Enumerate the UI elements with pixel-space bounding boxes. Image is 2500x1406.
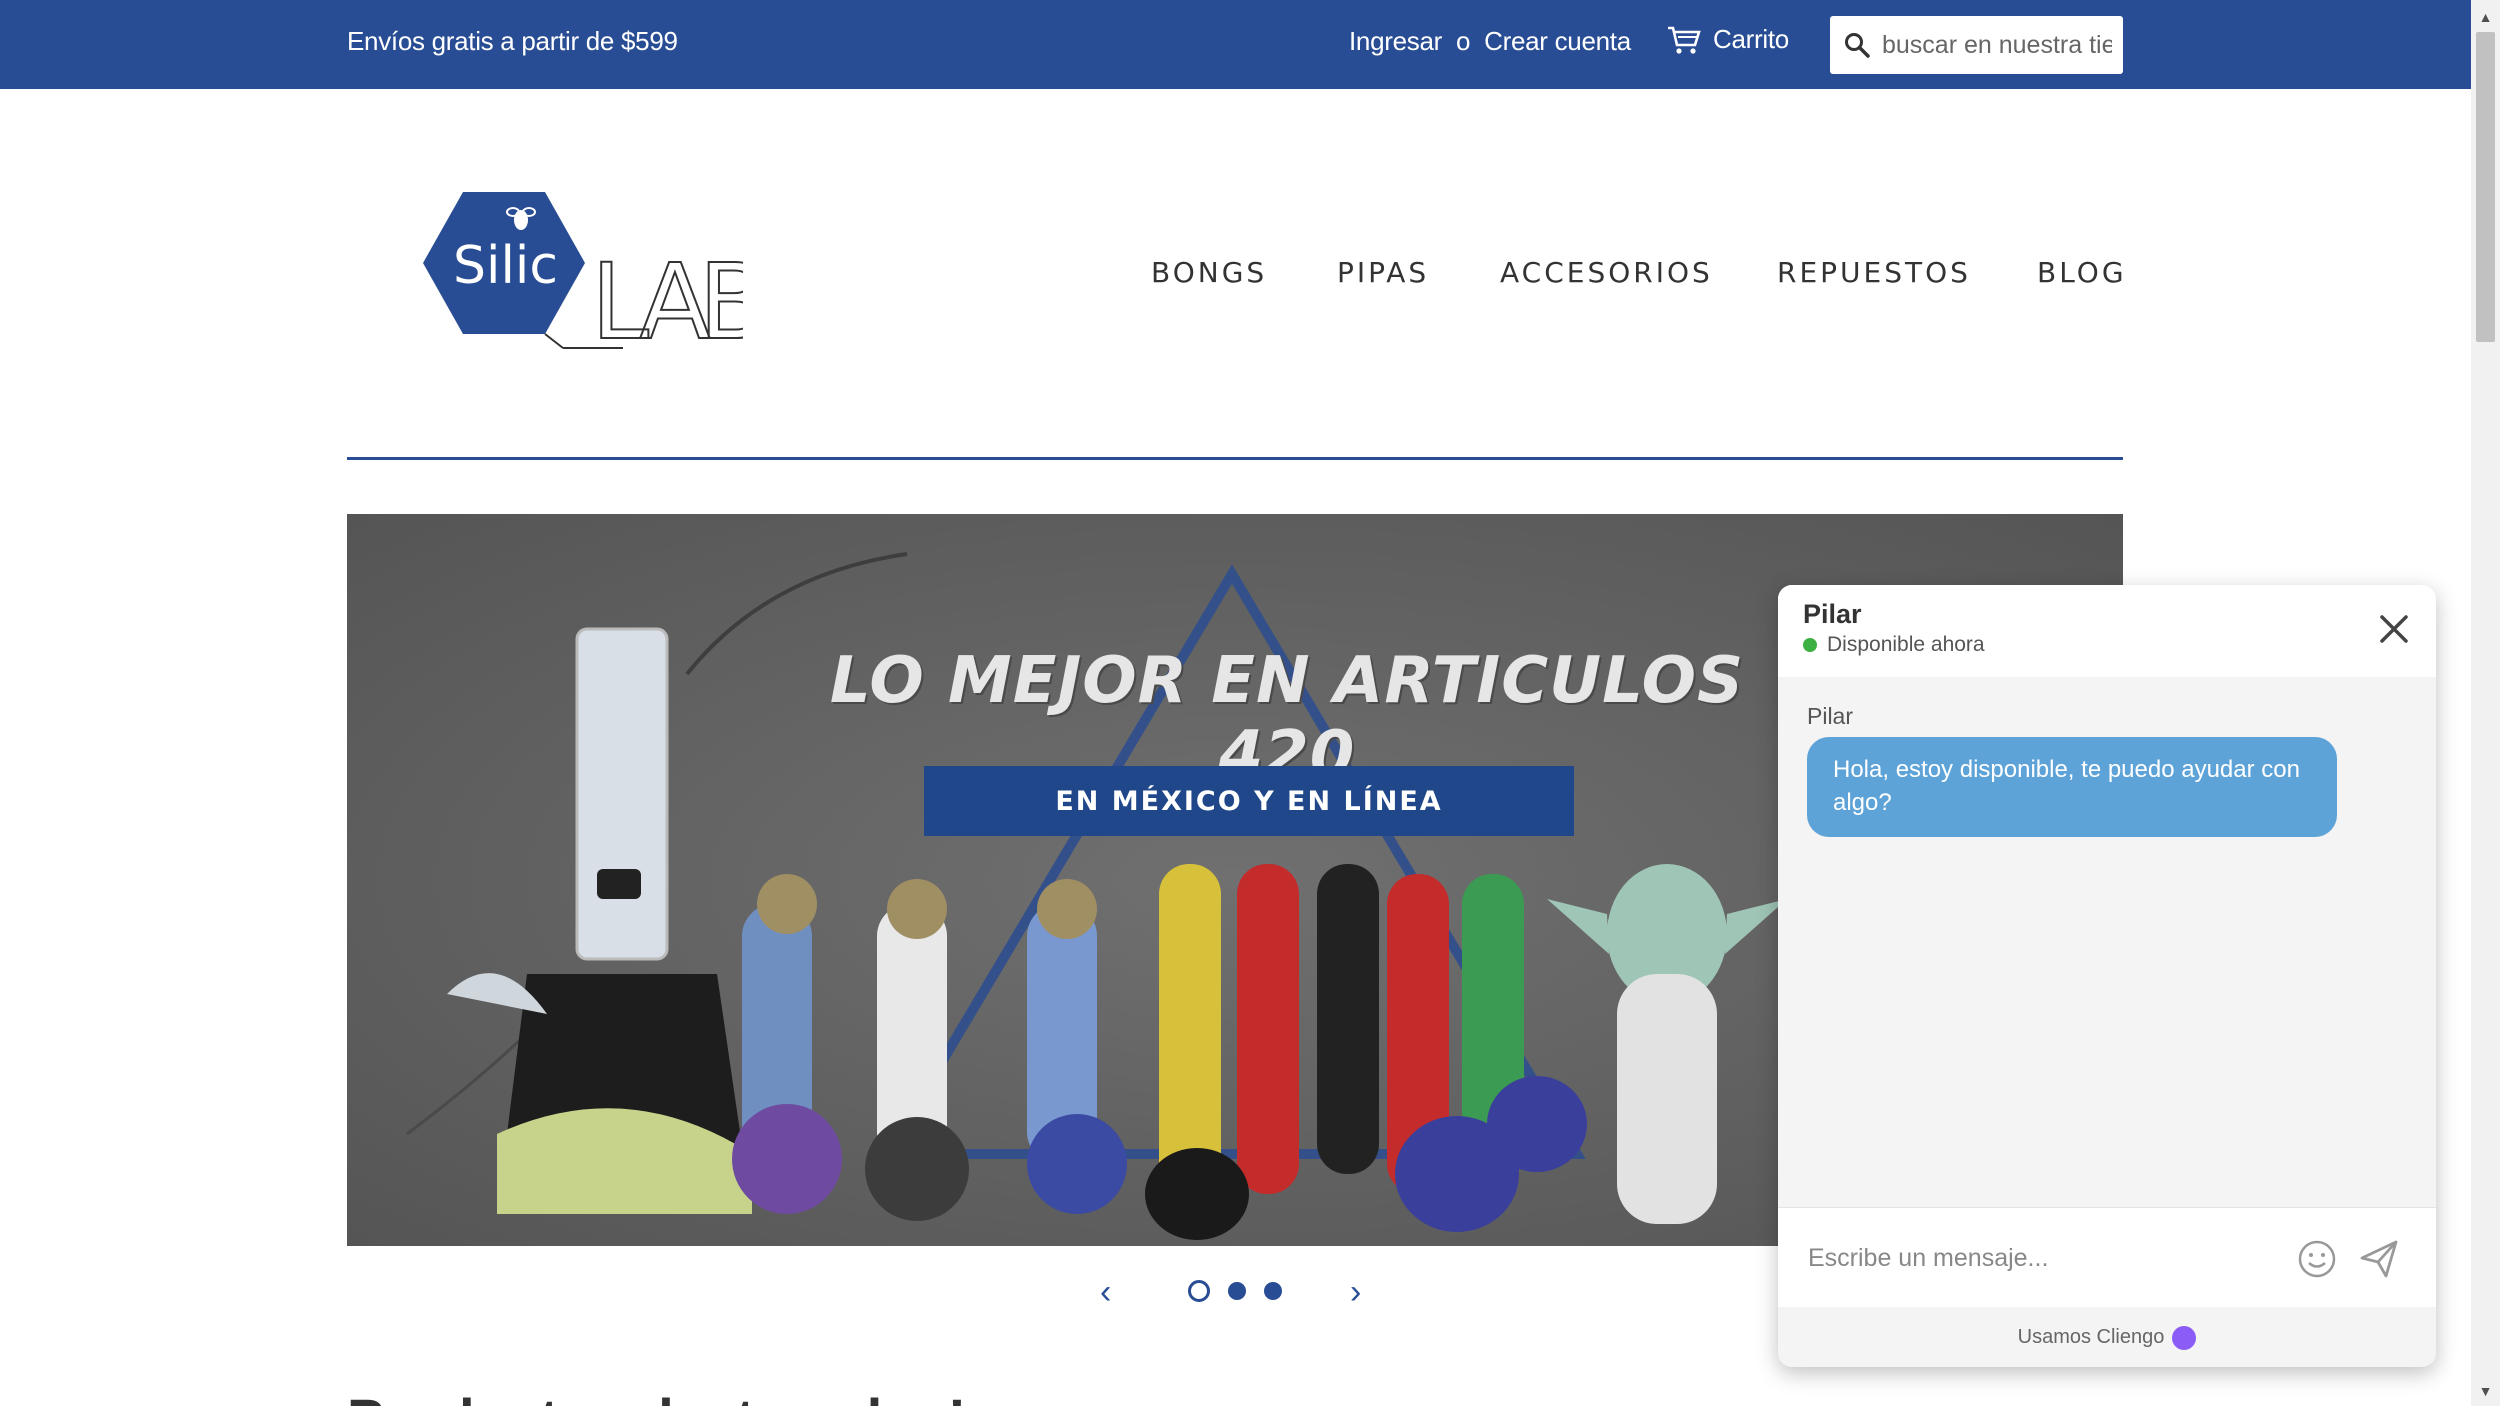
- nav-item-bongs[interactable]: BONGS: [1151, 256, 1267, 289]
- chat-footer-label: Usamos Cliengo: [2017, 1326, 2165, 1348]
- nav-item-repuestos[interactable]: REPUESTOS: [1777, 256, 1971, 289]
- header-divider: [347, 457, 2123, 460]
- chat-header: Pilar Disponible ahora: [1778, 585, 2436, 677]
- scroll-up-arrow[interactable]: ▲: [2471, 2, 2500, 32]
- cart-link[interactable]: Carrito: [1667, 24, 1789, 55]
- login-link[interactable]: Ingresar: [1349, 26, 1442, 57]
- close-icon[interactable]: [2374, 609, 2414, 649]
- cart-label: Carrito: [1713, 24, 1789, 54]
- search-icon[interactable]: [1844, 32, 1870, 58]
- slider-dot-1[interactable]: [1188, 1280, 1210, 1302]
- chat-message-input[interactable]: [1808, 1238, 2288, 1278]
- chat-footer[interactable]: Usamos Cliengo: [1778, 1308, 2436, 1367]
- nav-item-accesorios[interactable]: ACCESORIOS: [1500, 256, 1713, 289]
- cart-icon: [1668, 26, 1701, 54]
- slider-dot-3[interactable]: [1264, 1282, 1282, 1300]
- search-box[interactable]: [1830, 16, 2123, 74]
- scroll-down-arrow[interactable]: ▼: [2471, 1376, 2500, 1406]
- scroll-thumb[interactable]: [2476, 32, 2495, 342]
- slider-next-button[interactable]: ›: [1350, 1272, 1361, 1312]
- chat-status-label: Disponible ahora: [1827, 633, 1985, 656]
- slider-controls: ‹ ›: [1100, 1272, 1370, 1312]
- slider-dot-2[interactable]: [1228, 1282, 1246, 1300]
- hero-subheadline[interactable]: EN MÉXICO Y EN LÍNEA: [924, 766, 1574, 836]
- top-bar: Envíos gratis a partir de $599 Ingresar o…: [0, 0, 2471, 89]
- chat-agent-name: Pilar: [1803, 599, 1862, 629]
- site-logo[interactable]: Silic LAB: [413, 188, 775, 364]
- nav-item-blog[interactable]: BLOG: [2037, 256, 2127, 289]
- page-scrollbar[interactable]: ▲ ▼: [2471, 0, 2500, 1406]
- nav-item-pipas[interactable]: PIPAS: [1337, 256, 1429, 289]
- free-shipping-banner: Envíos gratis a partir de $599: [347, 26, 678, 56]
- silic-lab-logo: Silic LAB: [423, 192, 775, 364]
- chat-message-sender: Pilar: [1807, 703, 1854, 729]
- online-indicator-icon: [1803, 638, 1817, 652]
- slider-prev-button[interactable]: ‹: [1100, 1272, 1111, 1312]
- section-heading: Productos destacados!: [347, 1386, 966, 1406]
- cliengo-logo-icon: [2172, 1325, 2197, 1350]
- chat-status: Disponible ahora: [1803, 633, 1985, 657]
- chat-widget: Pilar Disponible ahora Pilar Hola, estoy…: [1778, 585, 2436, 1367]
- send-icon[interactable]: [2356, 1236, 2402, 1282]
- chat-message-bubble: Hola, estoy disponible, te puedo ayudar …: [1807, 737, 2337, 837]
- chat-input-row: [1778, 1207, 2436, 1307]
- logo-text-silic: Silic: [453, 236, 558, 296]
- logo-text-lab: LAB: [591, 241, 743, 356]
- account-separator: o: [1455, 26, 1471, 56]
- register-link[interactable]: Crear cuenta: [1484, 26, 1631, 57]
- search-input[interactable]: [1882, 30, 2112, 60]
- emoji-icon[interactable]: [2296, 1238, 2338, 1280]
- page: Envíos gratis a partir de $599 Ingresar o…: [0, 0, 2500, 1406]
- account-links: Ingresar o Crear cuenta: [1349, 26, 1631, 57]
